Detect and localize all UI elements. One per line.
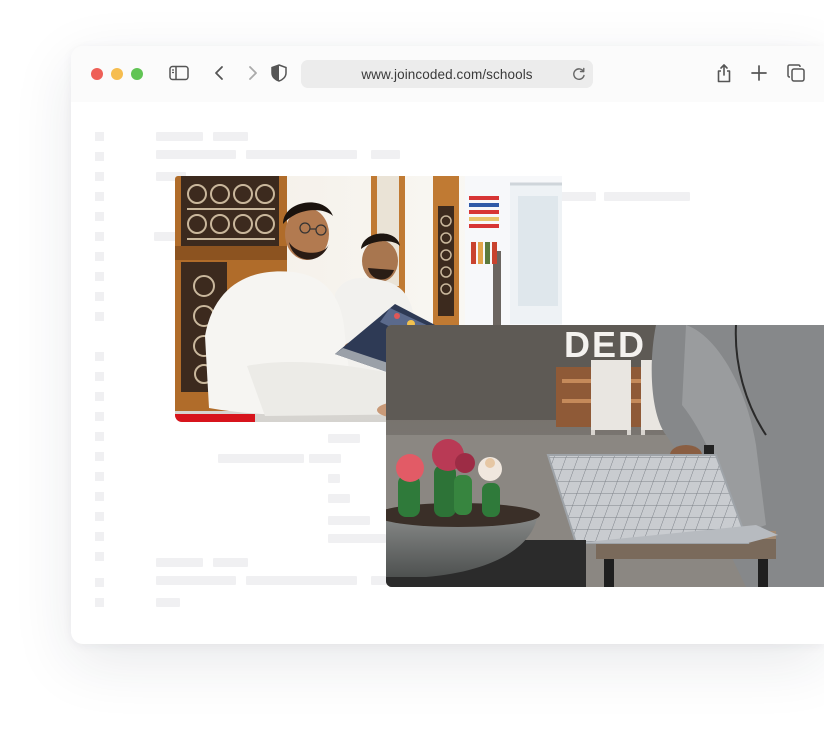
skeleton-line <box>213 558 248 567</box>
wall-sign-text: DED <box>564 325 646 365</box>
chevron-right-icon[interactable] <box>241 61 265 85</box>
skeleton-bullet <box>95 192 104 201</box>
skeleton-line <box>328 534 386 543</box>
skeleton-line <box>156 576 236 585</box>
skeleton-bullet <box>95 598 104 607</box>
skeleton-bullet <box>95 132 104 141</box>
skeleton-line <box>156 558 203 567</box>
reload-icon[interactable] <box>571 66 587 82</box>
zoom-window-button[interactable] <box>131 68 143 80</box>
skeleton-line <box>213 132 248 141</box>
skeleton-line <box>218 454 304 463</box>
skeleton-line <box>328 494 350 503</box>
skeleton-bullet <box>95 552 104 561</box>
cactus-and-laptop-photo: DED <box>386 325 824 587</box>
minimize-window-button[interactable] <box>111 68 123 80</box>
skeleton-bullet <box>95 312 104 321</box>
skeleton-bullet <box>95 472 104 481</box>
skeleton-line <box>309 454 341 463</box>
skeleton-bullet <box>95 212 104 221</box>
skeleton-bullet <box>95 172 104 181</box>
skeleton-bullet <box>95 512 104 521</box>
skeleton-line <box>156 598 180 607</box>
skeleton-bullet <box>95 492 104 501</box>
close-window-button[interactable] <box>91 68 103 80</box>
skeleton-bullet <box>95 412 104 421</box>
skeleton-line <box>328 474 340 483</box>
sidebar-icon[interactable] <box>167 61 191 85</box>
skeleton-bullet <box>95 578 104 587</box>
chevron-left-icon[interactable] <box>207 61 231 85</box>
browser-toolbar: www.joincoded.com/schools <box>71 46 824 102</box>
skeleton-line <box>328 516 370 525</box>
skeleton-bullet <box>95 152 104 161</box>
skeleton-line <box>604 192 690 201</box>
skeleton-line <box>156 132 203 141</box>
skeleton-bullet <box>95 432 104 441</box>
share-icon[interactable] <box>712 61 736 85</box>
skeleton-line <box>371 150 400 159</box>
skeleton-bullet <box>95 232 104 241</box>
skeleton-bullet <box>95 532 104 541</box>
shield-icon[interactable] <box>267 61 291 85</box>
skeleton-line <box>246 576 357 585</box>
skeleton-bullet <box>95 372 104 381</box>
url-text: www.joincoded.com/schools <box>361 66 533 82</box>
skeleton-bullet <box>95 252 104 261</box>
skeleton-bullet <box>95 352 104 361</box>
plus-icon[interactable] <box>747 61 771 85</box>
skeleton-bullet <box>95 452 104 461</box>
skeleton-line <box>328 434 360 443</box>
skeleton-bullet <box>95 292 104 301</box>
skeleton-line <box>156 150 236 159</box>
skeleton-bullet <box>95 392 104 401</box>
skeleton-bullet <box>95 272 104 281</box>
tabs-overview-icon[interactable] <box>784 61 808 85</box>
skeleton-line <box>561 192 596 201</box>
address-bar[interactable]: www.joincoded.com/schools <box>301 60 593 88</box>
skeleton-line <box>246 150 357 159</box>
